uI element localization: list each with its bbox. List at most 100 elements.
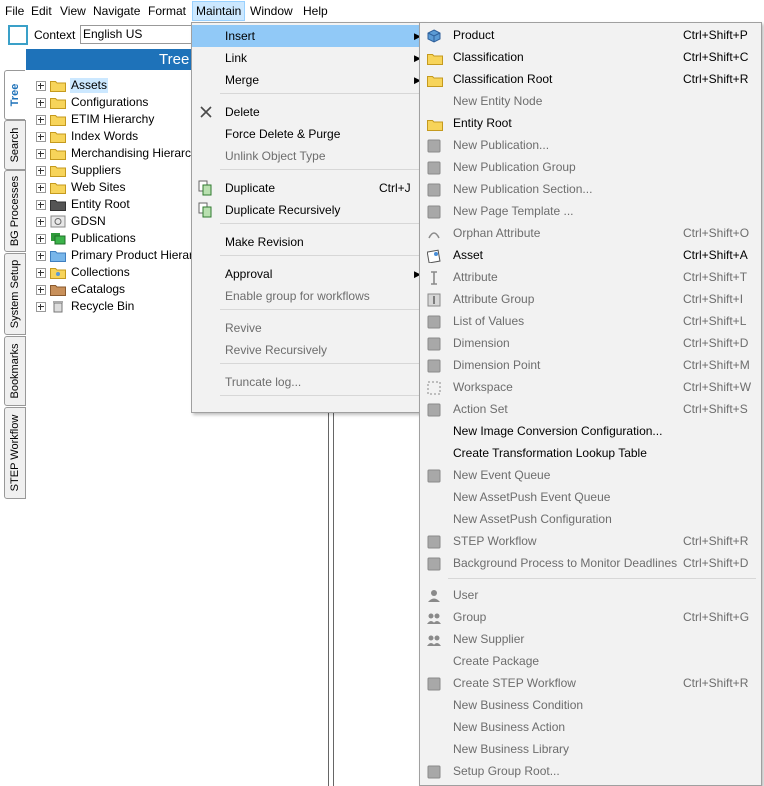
submenu-item-new-publication-group[interactable]: New Publication Group (420, 156, 761, 178)
expand-icon[interactable] (36, 81, 46, 91)
submenu-item-user[interactable]: User (420, 584, 761, 606)
submenu-item-dimension[interactable]: Dimension Ctrl+Shift+D (420, 332, 761, 354)
expand-icon[interactable] (36, 217, 46, 227)
menu-item-shortcut: Ctrl+Shift+O (683, 226, 750, 240)
menu-item-label: New Business Condition (453, 698, 584, 712)
menu-item-duplicate-recursively[interactable]: Duplicate Recursively (192, 199, 424, 221)
submenu-item-new-publication[interactable]: New Publication... (420, 134, 761, 156)
menu-separator (220, 223, 420, 224)
tab-search[interactable]: Search (4, 120, 26, 170)
menu-window[interactable]: Window (247, 2, 296, 20)
menu-item-revive[interactable]: Revive (192, 317, 424, 339)
submenu-item-new-supplier[interactable]: New Supplier (420, 628, 761, 650)
menu-item-shortcut: Ctrl+Shift+P (683, 28, 748, 42)
submenu-item-attribute-group[interactable]: Attribute Group Ctrl+Shift+I (420, 288, 761, 310)
expand-icon[interactable] (36, 132, 46, 142)
submenu-item-action-set[interactable]: Action Set Ctrl+Shift+S (420, 398, 761, 420)
menu-item-label: Entity Root (453, 116, 512, 130)
menu-view[interactable]: View (57, 2, 89, 20)
submenu-item-step-workflow[interactable]: STEP Workflow Ctrl+Shift+R (420, 530, 761, 552)
menu-item-truncate-log[interactable]: Truncate log... (192, 371, 424, 393)
menu-item-force-delete-purge[interactable]: Force Delete & Purge (192, 123, 424, 145)
menu-help[interactable]: Help (300, 2, 331, 20)
submenu-item-orphan-attribute[interactable]: Orphan Attribute Ctrl+Shift+O (420, 222, 761, 244)
tree-node-label: ETIM Hierarchy (71, 112, 155, 126)
submenu-item-attribute[interactable]: Attribute Ctrl+Shift+T (420, 266, 761, 288)
expand-icon[interactable] (36, 268, 46, 278)
context-select[interactable]: English US (80, 25, 192, 44)
menu-maintain[interactable]: Maintain (192, 1, 246, 21)
submenu-item-new-page-template[interactable]: New Page Template ... (420, 200, 761, 222)
submenu-item-group[interactable]: Group Ctrl+Shift+G (420, 606, 761, 628)
tab-step-workflow[interactable]: STEP Workflow (4, 407, 26, 499)
menu-item-duplicate[interactable]: Duplicate Ctrl+J (192, 177, 424, 199)
submenu-item-workspace[interactable]: Workspace Ctrl+Shift+W (420, 376, 761, 398)
menu-item-approval[interactable]: Approval ▶ (192, 263, 424, 285)
menu-item-label: New Business Library (453, 742, 570, 756)
menu-item-label: STEP Workflow (453, 534, 537, 548)
expand-icon[interactable] (36, 285, 46, 295)
submenu-item-create-package[interactable]: Create Package (420, 650, 761, 672)
submenu-item-product[interactable]: Product Ctrl+Shift+P (420, 24, 761, 46)
submenu-item-new-business-condition[interactable]: New Business Condition (420, 694, 761, 716)
expand-icon[interactable] (36, 98, 46, 108)
tab-tree[interactable]: Tree (4, 70, 25, 120)
submenu-item-new-publication-section[interactable]: New Publication Section... (420, 178, 761, 200)
expand-icon[interactable] (36, 183, 46, 193)
menu-item-make-revision[interactable]: Make Revision (192, 231, 424, 253)
submenu-item-new-image-conversion-configuration[interactable]: New Image Conversion Configuration... (420, 420, 761, 442)
submenu-item-new-business-action[interactable]: New Business Action (420, 716, 761, 738)
folder-icon (50, 79, 66, 92)
product-folder-icon (50, 249, 66, 262)
menu-item-insert[interactable]: Insert ▶ (192, 25, 424, 47)
menu-item-label: Setup Group Root... (453, 764, 560, 778)
submenu-item-create-transformation-lookup-table[interactable]: Create Transformation Lookup Table (420, 442, 761, 464)
submenu-item-asset[interactable]: Asset Ctrl+Shift+A (420, 244, 761, 266)
menu-format[interactable]: Format (145, 2, 189, 20)
menu-item-enable-group-for-workflows[interactable]: Enable group for workflows (192, 285, 424, 307)
menu-item-revive-recursively[interactable]: Revive Recursively (192, 339, 424, 361)
submenu-item-new-assetpush-configuration[interactable]: New AssetPush Configuration (420, 508, 761, 530)
menu-item-delete[interactable]: Delete (192, 101, 424, 123)
submenu-item-new-entity-node[interactable]: New Entity Node (420, 90, 761, 112)
delete-x-icon (198, 104, 214, 120)
menu-item-merge[interactable]: Merge ▶ (192, 69, 424, 91)
expand-icon[interactable] (36, 251, 46, 261)
submenu-item-dimension-point[interactable]: Dimension Point Ctrl+Shift+M (420, 354, 761, 376)
submenu-item-classification[interactable]: Classification Ctrl+Shift+C (420, 46, 761, 68)
menu-edit[interactable]: Edit (28, 2, 55, 20)
submenu-item-new-business-library[interactable]: New Business Library (420, 738, 761, 760)
submenu-item-background-process-to-monitor-deadlines[interactable]: Background Process to Monitor Deadlines C… (420, 552, 761, 574)
tree-node-label: eCatalogs (71, 282, 126, 296)
workflow-icon (427, 534, 441, 549)
menu-file[interactable]: File (2, 2, 27, 20)
entity-root-icon (50, 198, 66, 211)
submenu-item-entity-root[interactable]: Entity Root (420, 112, 761, 134)
folder-icon (50, 181, 66, 194)
tab-bookmarks[interactable]: Bookmarks (4, 336, 26, 406)
tree-node-label: Configurations (71, 95, 149, 109)
submenu-item-new-event-queue[interactable]: New Event Queue (420, 464, 761, 486)
expand-icon[interactable] (36, 234, 46, 244)
expand-icon[interactable] (36, 149, 46, 159)
menu-item-link[interactable]: Link ▶ (192, 47, 424, 69)
tab-bg-processes[interactable]: BG Processes (4, 170, 26, 252)
submenu-item-new-assetpush-event-queue[interactable]: New AssetPush Event Queue (420, 486, 761, 508)
expand-icon[interactable] (36, 200, 46, 210)
menu-item-unlink-object-type[interactable]: Unlink Object Type (192, 145, 424, 167)
submenu-item-classification-root[interactable]: Classification Root Ctrl+Shift+R (420, 68, 761, 90)
expand-icon[interactable] (36, 302, 46, 312)
expand-icon[interactable] (36, 166, 46, 176)
menu-item-label: Classification Root (453, 72, 553, 86)
asset-icon (426, 248, 441, 264)
submenu-item-setup-group-root[interactable]: Setup Group Root... (420, 760, 761, 782)
submenu-item-list-of-values[interactable]: List of Values Ctrl+Shift+L (420, 310, 761, 332)
submenu-item-create-step-workflow[interactable]: Create STEP Workflow Ctrl+Shift+R (420, 672, 761, 694)
menu-navigate[interactable]: Navigate (90, 2, 143, 20)
expand-icon[interactable] (36, 115, 46, 125)
menu-item-label: Delete (225, 105, 260, 119)
tab-system-setup[interactable]: System Setup (4, 253, 26, 335)
context-indicator-icon[interactable] (8, 25, 28, 45)
menu-item-label: New Entity Node (453, 94, 543, 108)
menu-separator (220, 255, 420, 256)
